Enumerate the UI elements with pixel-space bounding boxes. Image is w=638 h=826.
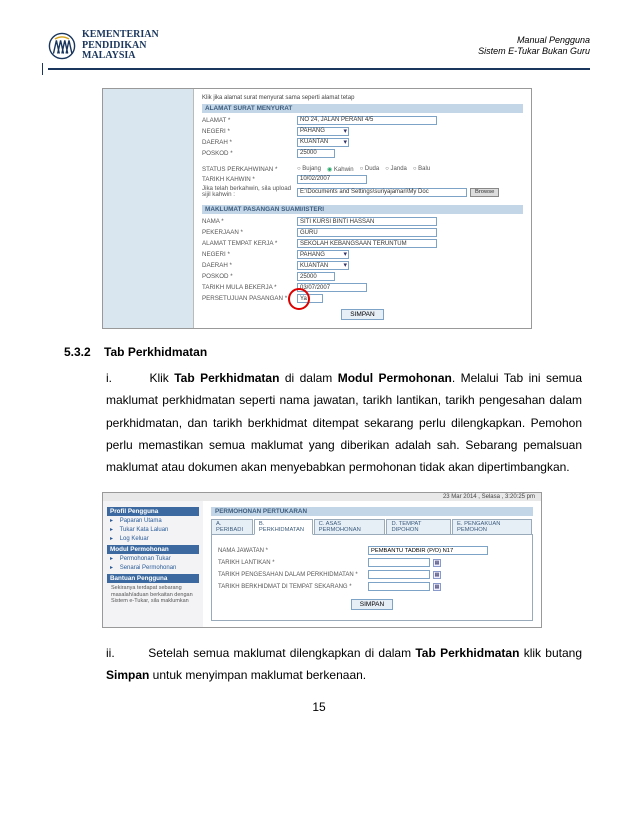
pekerjaan-input[interactable]: GURU xyxy=(297,228,437,237)
tarikh-tempat-input[interactable] xyxy=(368,582,430,591)
sidebar-item-logout[interactable]: Log Keluar xyxy=(107,534,199,543)
jawatan-input[interactable]: PEMBANTU TADBIR (P/O) N17 xyxy=(368,546,488,555)
ministry-line1: KEMENTERIAN xyxy=(82,30,159,41)
daerah2-select[interactable]: KUANTAN xyxy=(297,261,349,270)
ministry-logo-block: KEMENTERIAN PENDIDIKAN MALAYSIA xyxy=(48,30,159,62)
ministry-logo-icon xyxy=(48,32,76,60)
tarikh-pengesahan-input[interactable] xyxy=(368,570,430,579)
paragraph-i: i. Klik Tab Perkhidmatan di dalam Modul … xyxy=(106,367,582,478)
tarikh-mula-input[interactable]: 03/07/2007 xyxy=(297,283,367,292)
poskod-input[interactable]: 25000 xyxy=(297,149,335,158)
simpan-button-2[interactable]: SIMPAN xyxy=(351,599,393,610)
document-title: Manual Pengguna Sistem E-Tukar Bukan Gur… xyxy=(478,35,590,57)
screenshot-alamat-form: Klik jika alamat surat menyurat sama sep… xyxy=(102,88,532,330)
ministry-line3: MALAYSIA xyxy=(82,51,159,62)
sidebar-item-senarai[interactable]: Senarai Permohonan xyxy=(107,563,199,572)
tab-pengakuan[interactable]: E. PENGAKUAN PEMOHON xyxy=(452,519,532,534)
calendar-icon[interactable]: ▦ xyxy=(433,559,441,567)
page-number: 15 xyxy=(48,700,590,714)
status-radio-group[interactable]: Bujang Kahwin Duda Janda Balu xyxy=(297,166,430,173)
tabs-row: A. PERIBADI B. PERKHIDMATAN C. ASAS PERM… xyxy=(211,519,533,535)
sidebar-item-paparan[interactable]: Paparan Utama xyxy=(107,516,199,525)
simpan-button-1[interactable]: SIMPAN xyxy=(341,309,383,320)
section-heading: 5.3.2 Tab Perkhidmatan xyxy=(64,345,590,359)
sidebar: Profil Pengguna Paparan Utama Tukar Kata… xyxy=(103,501,203,627)
browse-button[interactable]: Browse xyxy=(470,188,499,197)
negeri-select[interactable]: PAHANG xyxy=(297,127,349,136)
calendar-icon[interactable]: ▦ xyxy=(433,583,441,591)
page-header: KEMENTERIAN PENDIDIKAN MALAYSIA Manual P… xyxy=(48,30,590,70)
tab-tempat[interactable]: D. TEMPAT DIPOHON xyxy=(386,519,451,534)
persetujuan-select[interactable]: Ya xyxy=(297,294,323,303)
screenshot-perkhidmatan-tab: 23 Mar 2014 , Selasa , 3:20:25 pm Profil… xyxy=(102,492,542,628)
sidebar-item-permohonan[interactable]: Permohonan Tukar xyxy=(107,554,199,563)
daerah-select[interactable]: KUANTAN xyxy=(297,138,349,147)
upload-path-input[interactable]: E:\Documents and Settings\suriyajamari\M… xyxy=(297,188,467,197)
tempat-kerja-input[interactable]: SEKOLAH KEBANGSAAN TERUNTUM xyxy=(297,239,437,248)
alamat-input[interactable]: NO 24, JALAN PERANI 4/5 xyxy=(297,116,437,125)
tarikh-kahwin-input[interactable]: 10/02/2007 xyxy=(297,175,367,184)
tab-peribadi[interactable]: A. PERIBADI xyxy=(211,519,253,534)
calendar-icon[interactable]: ▦ xyxy=(433,571,441,579)
poskod2-input[interactable]: 25000 xyxy=(297,272,335,281)
sidebar-item-tukarpw[interactable]: Tukar Kata Laluan xyxy=(107,525,199,534)
tab-asas[interactable]: C. ASAS PERMOHONAN xyxy=(314,519,386,534)
tarikh-lantikan-input[interactable] xyxy=(368,558,430,567)
datetime-bar: 23 Mar 2014 , Selasa , 3:20:25 pm xyxy=(103,493,541,501)
nama-pasangan-input[interactable]: SITI KURSI BINTI HASSAN xyxy=(297,217,437,226)
negeri2-select[interactable]: PAHANG xyxy=(297,250,349,259)
tab-perkhidmatan[interactable]: B. PERKHIDMATAN xyxy=(254,519,313,535)
paragraph-ii: ii. Setelah semua maklumat dilengkapkan … xyxy=(106,642,582,686)
